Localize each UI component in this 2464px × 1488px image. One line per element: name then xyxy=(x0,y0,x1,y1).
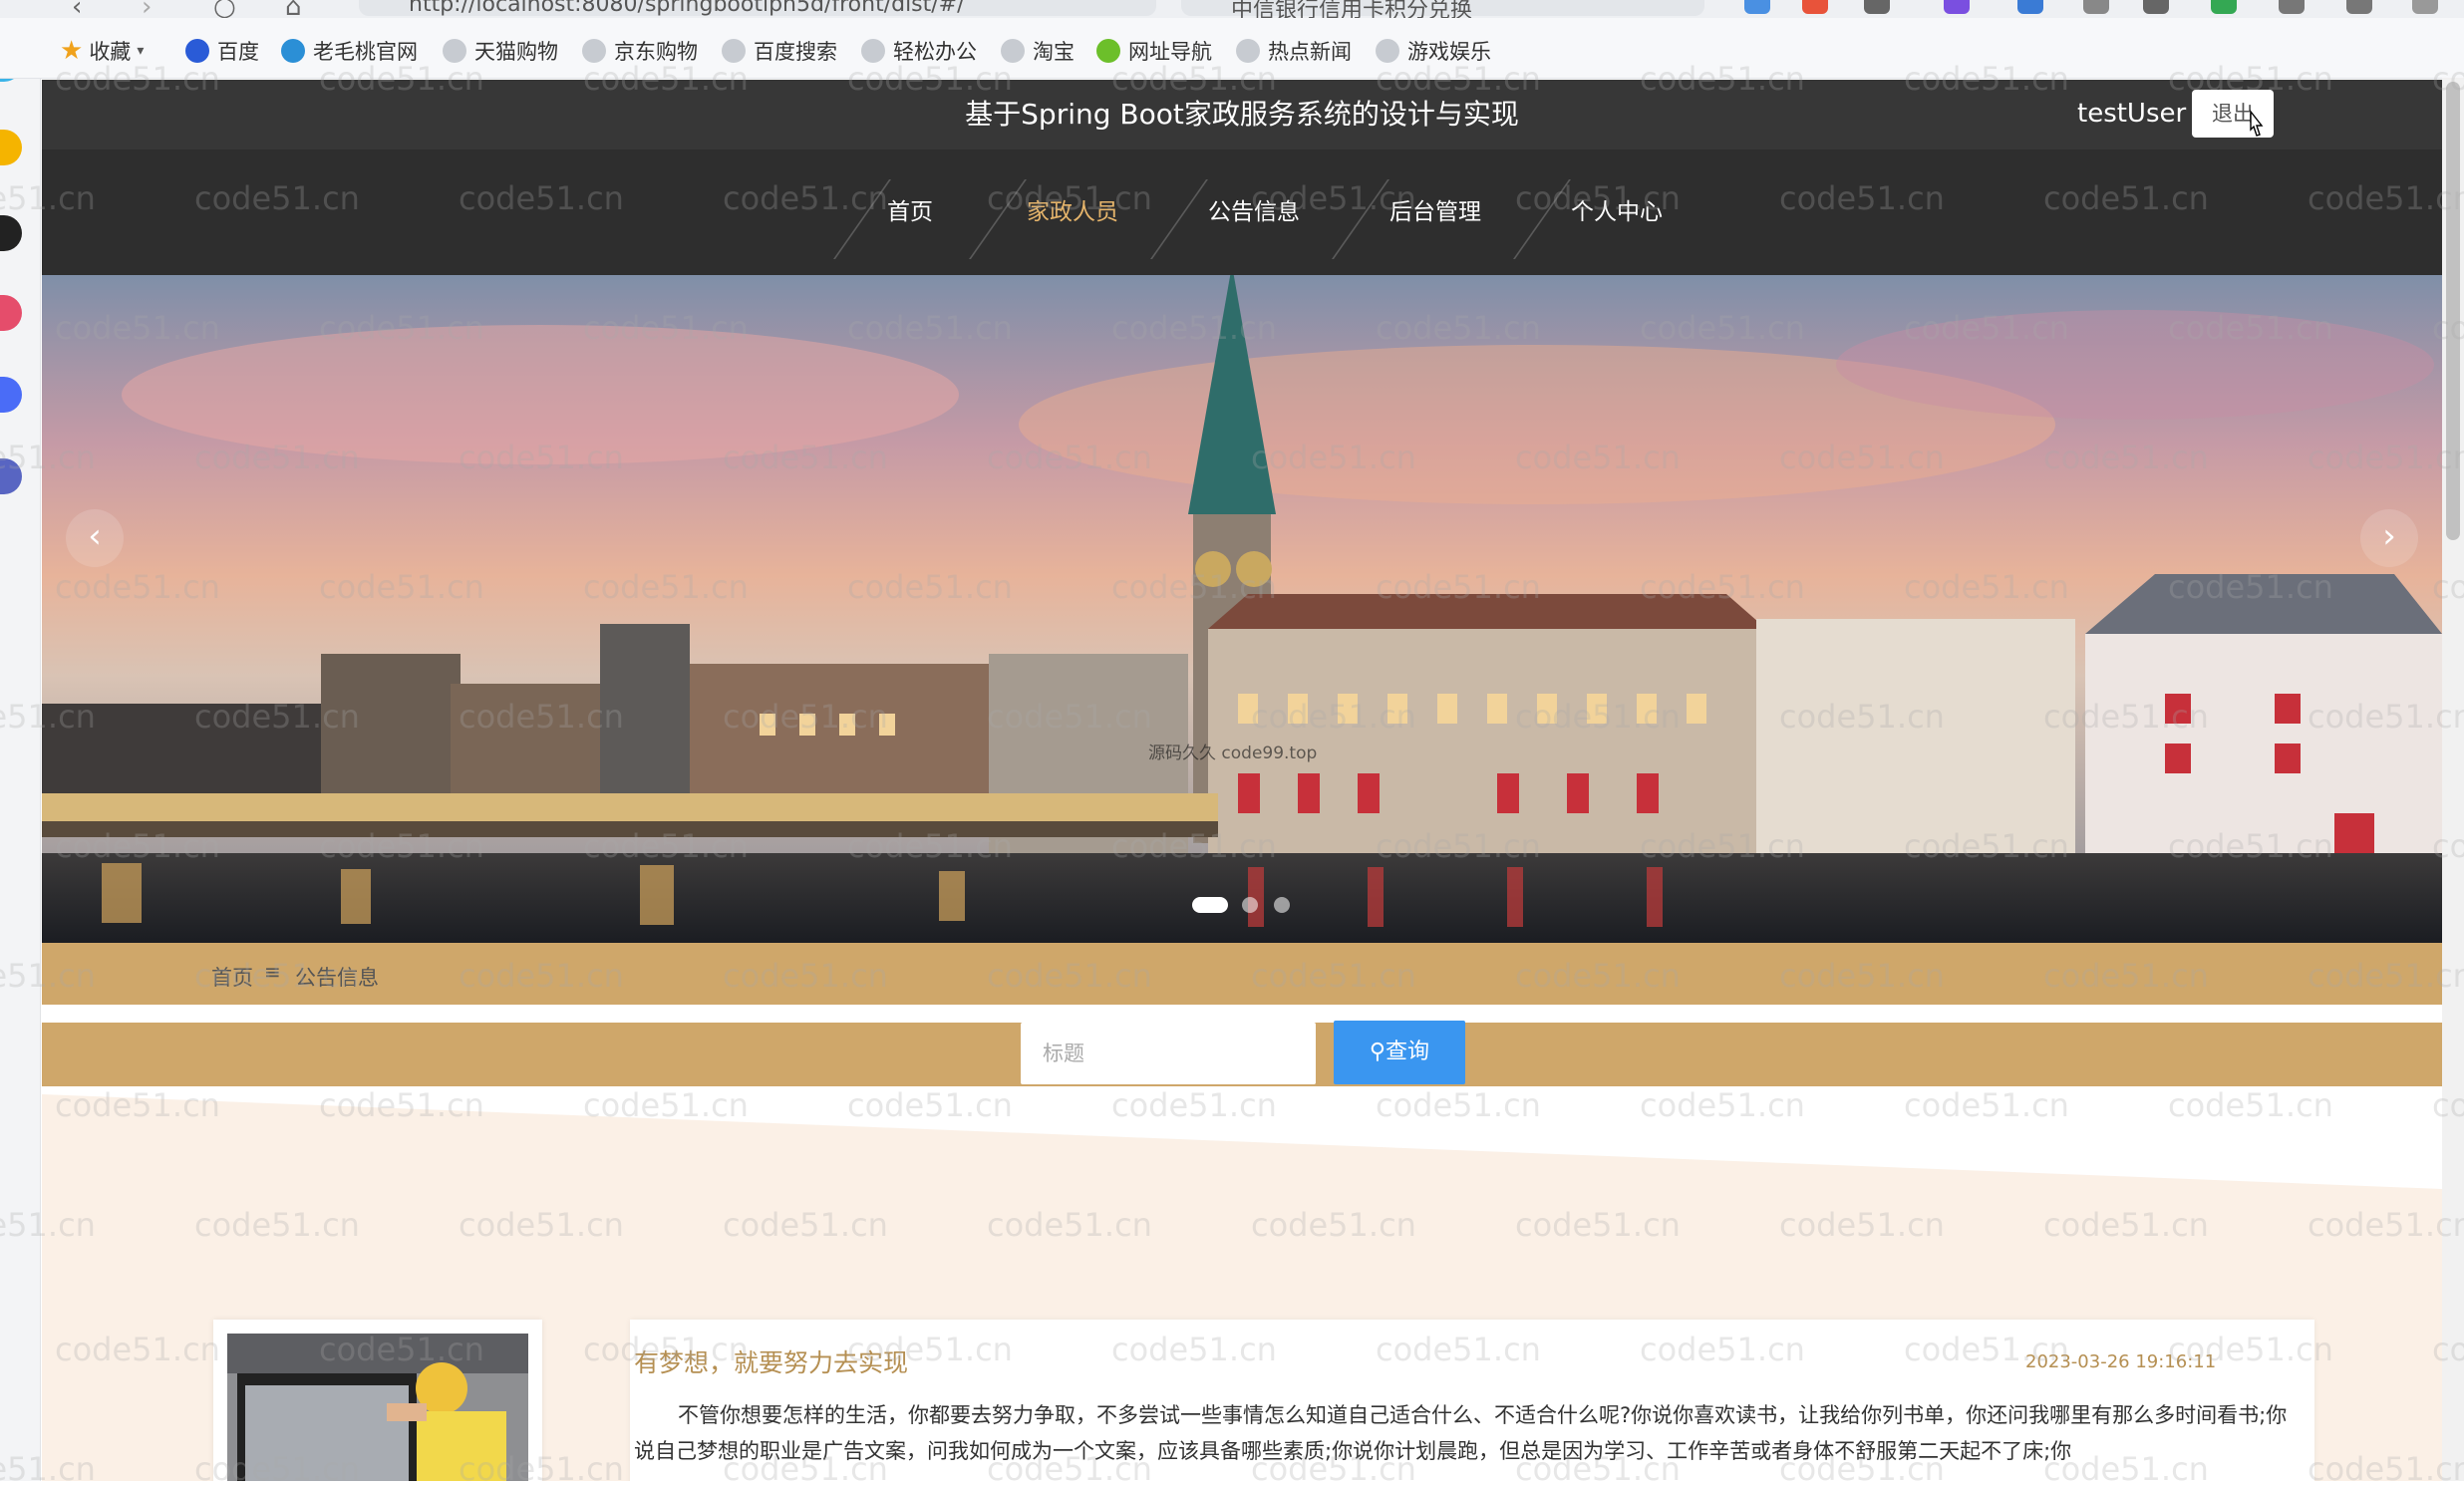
nav-item-profile[interactable]: 个人中心 xyxy=(1571,149,1663,275)
article-title[interactable]: 有梦想，就要努力去实现 xyxy=(634,1343,908,1379)
nav-item-admin[interactable]: 后台管理 xyxy=(1389,149,1481,275)
undo-icon[interactable] xyxy=(2346,0,2372,14)
extension-icon-6[interactable] xyxy=(2083,0,2109,14)
globe-icon xyxy=(1236,39,1260,63)
banner-caption: 源码久久 code99.top xyxy=(1148,744,1318,763)
bookmark-label: 收藏 xyxy=(89,40,132,64)
bookmark-taobao[interactable]: 淘宝 xyxy=(1001,36,1075,66)
query-button[interactable]: ⚲查询 xyxy=(1334,1021,1465,1084)
carousel-dot-2[interactable] xyxy=(1242,897,1258,913)
bookmark-label: 热点新闻 xyxy=(1268,40,1352,64)
rail-app-icon-5[interactable] xyxy=(0,377,22,413)
bookmark-label: 天猫购物 xyxy=(474,40,558,64)
globe-icon xyxy=(443,39,466,63)
bookmark-baidu[interactable]: 百度 xyxy=(185,36,259,66)
carousel-prev-button[interactable]: ‹ xyxy=(66,509,124,567)
pointer-cursor-icon xyxy=(2250,110,2264,137)
username: testUser xyxy=(2077,99,2187,129)
nav-item-home[interactable]: 首页 xyxy=(887,149,933,275)
bookmark-label: 百度搜索 xyxy=(754,40,837,64)
carousel-next-button[interactable]: › xyxy=(2360,509,2418,567)
extension-icon-3[interactable] xyxy=(1864,0,1890,14)
globe-icon xyxy=(722,39,746,63)
breadcrumb-home[interactable]: 首页 xyxy=(211,962,253,992)
breadcrumb xyxy=(42,943,2442,1005)
carousel-dot-3[interactable] xyxy=(1274,897,1290,913)
breadcrumb-separator-icon: ≡ xyxy=(264,960,281,984)
bookmark-label: 百度 xyxy=(217,40,259,64)
bookmark-office[interactable]: 轻松办公 xyxy=(861,36,977,66)
browser-side-rail xyxy=(0,0,41,1481)
browser-toolbar: ‹ › ○ ⌂ http://localhost:8080/springboot… xyxy=(0,0,2464,23)
extension-icon-4[interactable] xyxy=(1944,0,1970,14)
bookmark-label: 淘宝 xyxy=(1033,40,1075,64)
bookmark-label: 轻松办公 xyxy=(893,40,977,64)
bookmark-label: 京东购物 xyxy=(614,40,698,64)
page-scrollbar[interactable] xyxy=(2442,78,2464,1481)
nav-item-housekeepers[interactable]: 家政人员 xyxy=(1027,149,1118,275)
site-page: 基于Spring Boot家政服务系统的设计与实现 testUser 退出 首页… xyxy=(42,80,2442,1481)
bookmark-games[interactable]: 游戏娱乐 xyxy=(1376,36,1491,66)
globe-icon xyxy=(582,39,606,63)
bookmark-nav[interactable]: 网址导航 xyxy=(1096,36,1212,66)
globe-icon xyxy=(1376,39,1399,63)
banner-city-photo xyxy=(42,275,2442,943)
globe-icon xyxy=(281,39,305,63)
extension-icon-5[interactable] xyxy=(2017,0,2043,14)
bookmark-baidu-search[interactable]: 百度搜索 xyxy=(722,36,837,66)
article-date: 2023-03-26 19:16:11 xyxy=(2025,1351,2217,1372)
article-image xyxy=(227,1334,528,1481)
globe-icon xyxy=(1001,39,1025,63)
minimize-icon[interactable] xyxy=(2412,0,2438,14)
article-thumbnail[interactable] xyxy=(213,1320,542,1481)
address-bar[interactable]: http://localhost:8080/springbootiph5d/fr… xyxy=(359,0,1156,17)
browser-search-box[interactable]: 中信银行信用卡积分兑换 xyxy=(1181,0,1704,23)
bookmark-jd[interactable]: 京东购物 xyxy=(582,36,698,66)
settings-icon[interactable] xyxy=(2279,0,2305,14)
extension-icon-8[interactable] xyxy=(2211,0,2237,14)
bookmark-label: 游戏娱乐 xyxy=(1407,40,1491,64)
bookmark-label: 网址导航 xyxy=(1128,40,1212,64)
bookmark-laomaotao[interactable]: 老毛桃官网 xyxy=(281,36,418,66)
article-summary: 不管你想要怎样的生活，你都要去努力争取，不多尝试一些事情怎么知道自己适合什么、不… xyxy=(634,1403,2288,1463)
bookmark-label: 老毛桃官网 xyxy=(313,40,418,64)
extension-icon-2[interactable] xyxy=(1802,0,1828,14)
title-search-input[interactable] xyxy=(1021,1023,1316,1084)
rail-app-icon-2[interactable] xyxy=(0,130,22,165)
scrollbar-thumb[interactable] xyxy=(2446,82,2460,540)
chevron-down-icon: ▾ xyxy=(137,43,145,59)
bookmark-news[interactable]: 热点新闻 xyxy=(1236,36,1352,66)
star-icon: ★ xyxy=(60,36,84,66)
bookmark-favorites[interactable]: ★ 收藏 ▾ xyxy=(60,36,144,66)
baidu-icon xyxy=(185,39,209,63)
banner-carousel[interactable]: ‹ › xyxy=(42,275,2442,943)
breadcrumb-current: 公告信息 xyxy=(295,966,379,990)
cleaning-worker-photo xyxy=(227,1334,528,1481)
globe-icon xyxy=(861,39,885,63)
query-button-label: 查询 xyxy=(1386,1040,1430,1064)
address-text: http://localhost:8080/springbootiph5d/fr… xyxy=(409,0,965,17)
search-icon: ⚲ xyxy=(1369,1040,1386,1064)
rail-app-icon-4[interactable] xyxy=(0,295,22,331)
rail-app-icon-6[interactable] xyxy=(0,458,22,494)
plus-icon xyxy=(1096,39,1120,63)
nav-item-announcements[interactable]: 公告信息 xyxy=(1208,149,1300,275)
carousel-dot-1[interactable] xyxy=(1192,897,1228,913)
extension-icon-1[interactable] xyxy=(1744,0,1770,14)
extension-icon-7[interactable] xyxy=(2143,0,2169,14)
rail-app-icon-3[interactable] xyxy=(0,215,22,251)
bookmark-tmall[interactable]: 天猫购物 xyxy=(443,36,558,66)
